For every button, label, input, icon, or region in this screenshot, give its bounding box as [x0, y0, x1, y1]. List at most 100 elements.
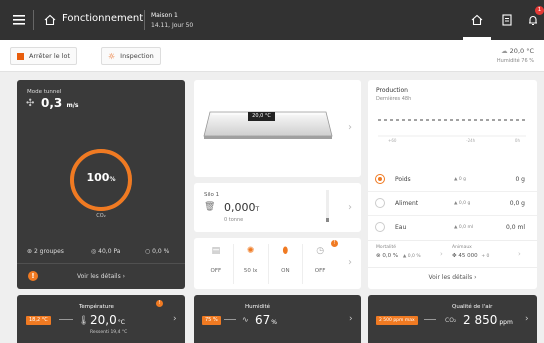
ventilation-details-link[interactable]: Voir les détails ›: [17, 273, 185, 280]
batch-date: 14.11, Jour 50: [151, 22, 194, 29]
menu-icon[interactable]: [12, 13, 26, 27]
drop-icon: ⬮: [282, 246, 289, 256]
tab-report[interactable]: [497, 10, 517, 30]
row-label: Eau: [395, 224, 407, 231]
gauge-label: CO₂: [96, 213, 106, 219]
fan-groups-icon: ⊛: [27, 248, 33, 255]
silo-level-bar: [326, 190, 329, 222]
inspection-button[interactable]: ☼ Inspection: [101, 47, 161, 65]
air-quality-chevron-icon[interactable]: ›: [525, 314, 529, 324]
silo-card[interactable]: Silo 1 🗑 0,000T 0 tonne ›: [194, 183, 361, 232]
row-delta: ▲ 0 g: [454, 177, 467, 182]
fan-icon: ✣: [26, 98, 35, 109]
mortality-label: Mortalité: [376, 245, 397, 250]
outside-humidity: Humidité 76 %: [496, 58, 534, 64]
link-line: [59, 319, 73, 320]
humidity-card[interactable]: 75 % Humidité ∿ 67% ›: [194, 295, 361, 343]
temperature-chevron-icon[interactable]: ›: [173, 314, 177, 324]
silo-chevron-icon[interactable]: ›: [348, 202, 352, 213]
stop-icon: [17, 52, 24, 60]
bell-icon: [529, 16, 537, 26]
status-value: OFF: [210, 268, 222, 274]
production-title: Production: [376, 87, 408, 94]
temperature-title: Température: [79, 304, 114, 310]
home-icon: [471, 14, 483, 26]
air-quality-value: 2 850: [463, 313, 498, 327]
humidity-icon: ∿: [242, 315, 249, 324]
status-item: ✺ 50 lx: [232, 244, 268, 284]
top-bar: Fonctionnement Maison 1 14.11, Jour 50 1: [0, 0, 544, 40]
mortality-value: 0,0 %: [382, 253, 399, 259]
co2-icon: CO₂: [445, 317, 457, 324]
radio-button[interactable]: [375, 198, 385, 208]
heater-icon: ▤: [211, 246, 221, 256]
production-row-poids[interactable]: Poids ▲ 0 g 0 g: [368, 168, 537, 192]
production-row-aliment[interactable]: Aliment ▲ 0,0 g 0,0 g: [368, 192, 537, 216]
humidity-title: Humidité: [245, 304, 271, 310]
status-warning-icon: !: [331, 240, 338, 247]
mortality-chevron-icon[interactable]: ›: [440, 250, 443, 258]
air-quality-card[interactable]: 2 500 ppm max Qualité de l'air CO₂ 2 850…: [368, 295, 537, 343]
silo-value: 0,000: [224, 201, 256, 214]
ventilation-card[interactable]: Mode tunnel ✣ 0,3 m/s 100% CO₂ ⊛ 2 group…: [17, 80, 185, 289]
mortality-icon: ⊗: [376, 253, 381, 259]
row-value: 0,0 ml: [506, 224, 525, 231]
notification-badge: 1: [535, 6, 544, 15]
row-label: Poids: [395, 176, 411, 183]
radio-button[interactable]: [375, 222, 385, 232]
timer-icon: ◷: [316, 246, 325, 256]
status-chevron-icon[interactable]: ›: [348, 257, 352, 268]
production-card[interactable]: Production Dernières 48h +60 -24h 0h Poi…: [368, 80, 537, 289]
air-speed-unit: m/s: [66, 102, 79, 109]
status-value: ON: [281, 268, 290, 274]
fan-groups: ⊛ 2 groupes: [27, 248, 64, 255]
production-subtitle: Dernières 48h: [376, 96, 412, 102]
stop-batch-label: Arrêter le lot: [29, 52, 71, 60]
link-line: [424, 319, 436, 320]
chart-tick-3: 0h: [514, 138, 520, 143]
row-value: 0 g: [515, 176, 525, 183]
animals-delta: + 0: [481, 254, 490, 259]
temperature-unit: °C: [117, 319, 125, 326]
outside-temp: ☁ 20,0 °C: [501, 47, 534, 55]
status-item: ▤ OFF: [199, 244, 233, 284]
temperature-card[interactable]: 18,2 °C Température 🌡 20,0°C Ressenti 19…: [17, 295, 185, 343]
status-card[interactable]: ▤ OFF ✺ 50 lx ⬮ ON ◷ OFF ! ›: [194, 238, 361, 289]
silo-icon: 🗑: [204, 202, 216, 212]
pressure: ◎ 40,0 Pa: [91, 248, 121, 255]
inlet-icon: ○: [145, 248, 151, 255]
house-name: Maison 1: [151, 12, 178, 19]
tunnel-mode-label: Mode tunnel: [27, 89, 62, 95]
humidity-unit: %: [271, 319, 277, 326]
temperature-warning-icon: !: [156, 300, 163, 307]
stop-batch-button[interactable]: Arrêter le lot: [10, 47, 78, 65]
row-delta: ▲ 0,0 ml: [454, 225, 474, 230]
sun-icon: ✺: [246, 246, 255, 256]
status-item: ⬮ ON: [267, 244, 303, 284]
mortality-delta: ▲ 0,0 %: [402, 254, 421, 259]
document-icon: [502, 14, 512, 26]
toolbar: Arrêter le lot ☼ Inspection ☁ 20,0 °C Hu…: [0, 40, 544, 72]
pressure-icon: ◎: [91, 248, 97, 255]
status-value: OFF: [314, 268, 326, 274]
temperature-sub: Ressenti 19,4 °C: [90, 330, 128, 335]
humidity-chevron-icon[interactable]: ›: [349, 314, 353, 324]
animals-icon: ✥: [452, 253, 457, 259]
animals-chevron-icon[interactable]: ›: [518, 250, 521, 258]
tab-home[interactable]: [467, 10, 487, 30]
page-title: Fonctionnement: [62, 13, 144, 24]
silo-unit: T: [255, 206, 260, 213]
row-label: Aliment: [395, 200, 419, 207]
inlet-opening: ○ 0,0 %: [145, 248, 170, 255]
radio-button[interactable]: [375, 174, 385, 184]
row-value: 0,0 g: [509, 200, 525, 207]
inspection-label: Inspection: [120, 52, 154, 60]
production-details-link[interactable]: Voir les détails ›: [368, 274, 537, 281]
scale-chevron-icon[interactable]: ›: [348, 122, 352, 133]
production-row-eau[interactable]: Eau ▲ 0,0 ml 0,0 ml: [368, 216, 537, 240]
scale-card[interactable]: 20,0 °C ›: [194, 80, 361, 177]
gauge-value: 100: [86, 171, 110, 184]
humidity-value: 67: [255, 313, 271, 327]
air-quality-badge: 2 500 ppm max: [376, 316, 418, 325]
air-quality-unit: ppm: [499, 319, 513, 326]
